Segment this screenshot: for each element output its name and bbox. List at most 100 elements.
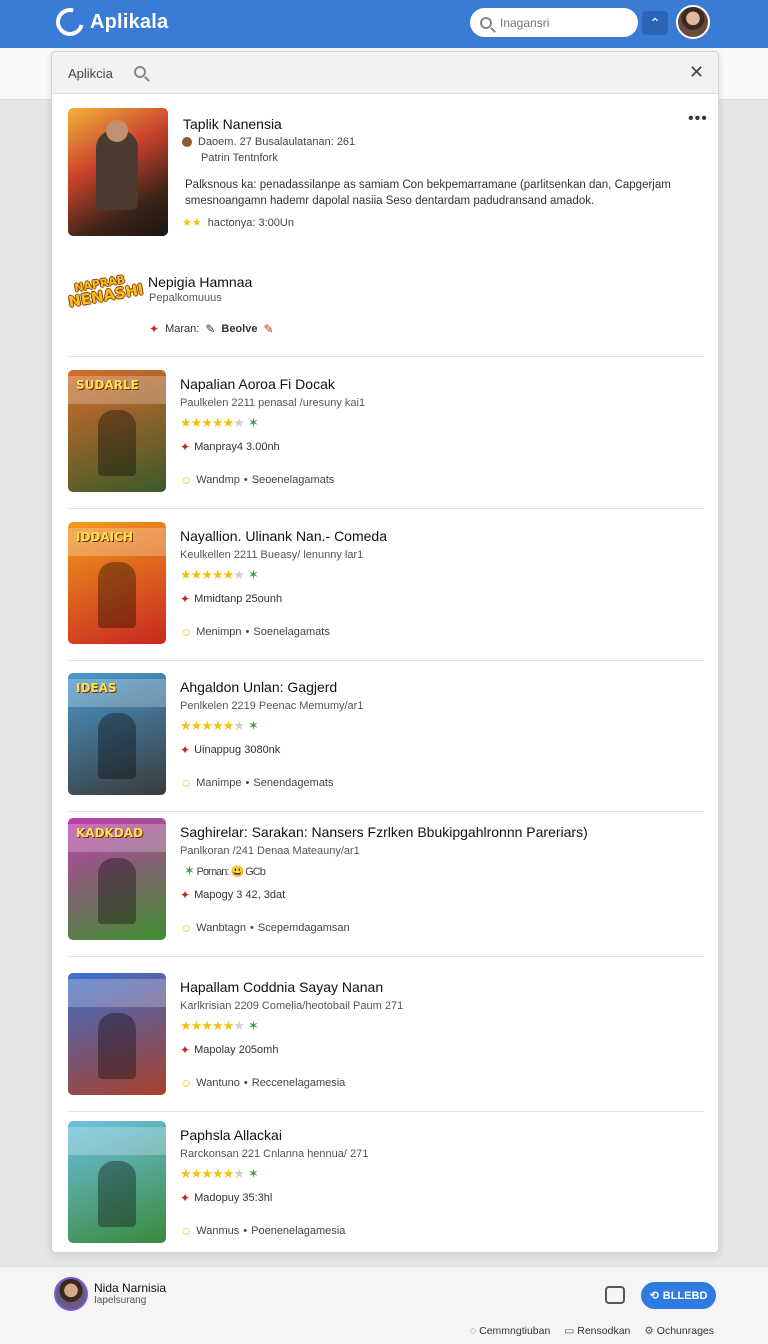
featured-thumbnail[interactable]: [68, 108, 168, 236]
smile-icon: ☺: [180, 1224, 193, 1238]
app-footer-left[interactable]: Wandmp: [196, 474, 240, 486]
user-subtitle: Iapelsurang: [94, 1295, 147, 1306]
collapse-button[interactable]: ⌃: [642, 11, 668, 35]
leaf-icon: ✶: [184, 863, 195, 878]
app-footer-left[interactable]: Wanbtagn: [196, 922, 246, 934]
app-title[interactable]: Paphsla Allackai: [180, 1127, 282, 1143]
app-thumbnail[interactable]: IDEAS: [68, 673, 166, 795]
edit-badge-icon[interactable]: ✎: [263, 322, 273, 336]
app-subtitle: Panlkoran /241 Denaa Mateauny/ar1: [180, 845, 360, 857]
app-rating-stars: ★★★★★★ ✶: [180, 567, 259, 583]
tag-icon: ✦: [180, 743, 191, 757]
thumbnail-caption: IDEAS: [76, 681, 117, 695]
star-icon: ★: [222, 718, 235, 733]
app-list-item[interactable]: SUDARLE Napalian Aoroa Fi Docak Paulkelen …: [68, 370, 704, 496]
thumbnail-character: [98, 562, 136, 628]
star-icon: ★: [201, 718, 213, 733]
user-avatar[interactable]: [54, 1277, 88, 1311]
window-toggle-button[interactable]: [605, 1286, 625, 1304]
app-footer-right: Seoenelagamats: [251, 474, 335, 486]
smile-icon: ☺: [180, 473, 193, 487]
app-rating-text: ✶ Poman: 😃 GCb: [180, 863, 266, 879]
profile-avatar[interactable]: [676, 5, 710, 39]
app-thumbnail[interactable]: [68, 973, 166, 1095]
app-price-text: Manpray4 3.00nh: [194, 441, 280, 453]
search-box[interactable]: [470, 8, 638, 37]
app-subtitle: Paulkelen 2211 penasal /uresuny kai1: [180, 397, 366, 409]
app-thumbnail[interactable]: IDDAICH: [68, 522, 166, 644]
app-footer-left[interactable]: Manimpe: [196, 777, 241, 789]
star-icon: ★: [190, 415, 203, 430]
app-thumbnail[interactable]: KADKDAD: [68, 818, 166, 940]
footer-link-settings[interactable]: ⚙ Ochunrages: [644, 1325, 714, 1337]
chat-icon: ◌: [469, 1325, 477, 1337]
star-icon: ★: [211, 415, 224, 430]
panel-search-icon[interactable]: [134, 66, 146, 78]
publisher-name[interactable]: Nepigia Hamnaa: [148, 274, 252, 290]
primary-action-button[interactable]: ⟲ BLLEBD: [641, 1282, 716, 1309]
close-icon[interactable]: ✕: [689, 62, 704, 83]
app-price: ✦ Mapogy 3 42, 3dat: [180, 888, 285, 902]
coin-icon: [182, 137, 192, 147]
divider: [68, 811, 704, 812]
star-icon: ★: [180, 718, 192, 733]
search-input[interactable]: [500, 15, 620, 30]
star-icon: ★: [233, 718, 245, 733]
app-list-item[interactable]: KADKDAD Saghirelar: Sarakan: Nansers Fzrl…: [68, 818, 704, 944]
app-list-item[interactable]: IDEAS Ahgaldon Unlan: Gagjerd Penlkelen 22…: [68, 673, 704, 799]
app-footer-left[interactable]: Wantuno: [196, 1077, 240, 1089]
leaf-icon: ✶: [247, 415, 259, 430]
app-thumbnail[interactable]: SUDARLE: [68, 370, 166, 492]
leaf-icon: ✶: [247, 1018, 259, 1033]
thumbnail-caption: IDDAICH: [76, 530, 133, 544]
thumbnail-banner: [68, 979, 166, 1007]
app-footer-left[interactable]: Wanmus: [196, 1225, 239, 1237]
app-footer: ☺ Wantuno • Reccenelagamesia: [180, 1076, 345, 1090]
app-subtitle: Karlkrisian 2209 Comelia/heotobail Paum …: [180, 1000, 404, 1012]
app-subtitle: Rarckonsan 221 Cnlanna hennua/ 271: [180, 1148, 369, 1160]
star-icon: ★: [222, 1166, 235, 1181]
thumbnail-character: [98, 858, 136, 924]
featured-title[interactable]: Taplik Nanensia: [183, 116, 282, 132]
featured-character-head: [106, 120, 128, 142]
panel-title: Aplikcia: [68, 66, 113, 81]
app-footer-right: Soenelagamats: [253, 626, 330, 638]
app-title[interactable]: Napalian Aoroa Fi Docak: [180, 376, 335, 392]
star-icon: ★: [180, 1018, 192, 1033]
app-list-item[interactable]: IDDAICH Nayallion. Ulinank Nan.- Comeda Ke…: [68, 522, 704, 648]
app-footer-left[interactable]: Menimpn: [196, 626, 241, 638]
panel-header: Aplikcia ✕: [52, 52, 718, 94]
app-title[interactable]: Hapallam Coddnia Sayay Nanan: [180, 979, 383, 995]
publisher-logo[interactable]: NAPRAB NENASHI: [67, 270, 145, 322]
app-price: ✦ Mapolay 205omh: [180, 1043, 278, 1057]
user-name: Nida Narnisia: [94, 1281, 167, 1295]
app-price: ✦ Manpray4 3.00nh: [180, 440, 280, 454]
star-icon: ★: [201, 1166, 213, 1181]
publisher-action-1[interactable]: Maran:: [165, 323, 199, 335]
star-icon: ★: [201, 567, 213, 582]
tag-icon: ✦: [180, 440, 191, 454]
more-options-icon[interactable]: •••: [688, 110, 708, 128]
footer-link-window[interactable]: ▭ Rensodkan: [564, 1325, 630, 1337]
app-list-item[interactable]: Hapallam Coddnia Sayay Nanan Karlkrisian …: [68, 973, 704, 1099]
tag-icon: ✦: [180, 592, 191, 606]
star-icon: ★: [222, 1018, 235, 1033]
primary-action-label: BLLEBD: [662, 1289, 708, 1302]
footer-link-label: Rensodkan: [577, 1325, 631, 1337]
app-list-item[interactable]: Paphsla Allackai Rarckonsan 221 Cnlanna h…: [68, 1121, 704, 1247]
footer-links: ◌ Cemmngtiuban ▭ Rensodkan ⚙ Ochunrages: [470, 1325, 714, 1337]
app-title[interactable]: Ahgaldon Unlan: Gagjerd: [180, 679, 337, 695]
publisher-subtitle: Pepalkomuuus: [149, 292, 222, 304]
star-icon: ★: [180, 1166, 192, 1181]
app-thumbnail[interactable]: [68, 1121, 166, 1243]
app-footer-right: Poenenelagamesia: [251, 1225, 346, 1237]
star-icon: ★: [190, 1018, 203, 1033]
divider: [68, 1111, 704, 1112]
footer-link-chat[interactable]: ◌ Cemmngtiuban: [470, 1325, 550, 1337]
app-title[interactable]: Saghirelar: Sarakan: Nansers Fzrlken Bbu…: [180, 824, 588, 840]
app-logo[interactable]: Aplikala: [50, 2, 168, 42]
link-icon: ⟲: [649, 1290, 659, 1302]
star-icon: ★: [233, 1018, 245, 1033]
app-title[interactable]: Nayallion. Ulinank Nan.- Comeda: [180, 528, 387, 544]
publisher-action-2[interactable]: Beolve: [221, 323, 257, 335]
